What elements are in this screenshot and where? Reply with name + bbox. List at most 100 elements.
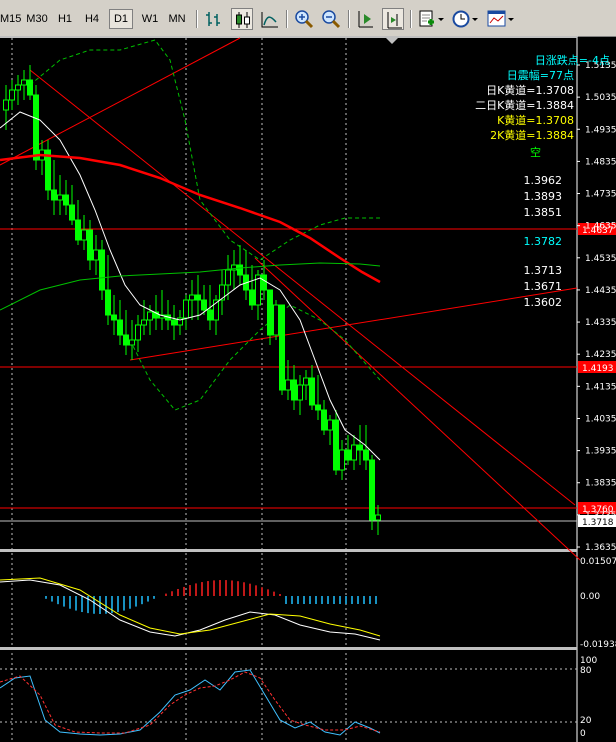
candle-body <box>375 514 381 521</box>
candle-body <box>249 289 255 306</box>
timeframe-d1[interactable]: D1 <box>109 9 133 29</box>
stoch-axis-label: 100 <box>580 656 597 666</box>
templates-button[interactable] <box>486 8 516 30</box>
envelope-bands <box>29 39 381 411</box>
axis-tick-label: 1.5035 <box>585 93 616 103</box>
candle <box>321 400 327 435</box>
candle <box>357 425 363 465</box>
auto-scroll-button[interactable] <box>355 8 377 30</box>
candle-body <box>21 79 27 86</box>
top-border <box>0 36 577 38</box>
candle <box>189 280 195 320</box>
candle-body <box>309 377 315 406</box>
candle-body <box>9 89 15 101</box>
candle <box>279 304 285 395</box>
candle <box>255 270 261 320</box>
stoch-signal-line <box>0 671 381 734</box>
candle-body <box>51 189 57 201</box>
candle-body <box>111 314 117 321</box>
moving-averages <box>0 111 381 461</box>
zoom-in-button[interactable] <box>293 8 315 30</box>
level-2: 1.3893 <box>524 190 563 203</box>
candle <box>63 180 69 215</box>
candle <box>351 435 357 470</box>
candle-body <box>273 304 279 336</box>
candle-body <box>339 449 345 471</box>
macd-panel <box>0 577 381 641</box>
candle <box>105 255 111 325</box>
shift-marker <box>386 38 398 44</box>
candle-body <box>345 449 351 461</box>
axis-tick-label: 1.4435 <box>585 286 616 296</box>
stoch-axis-label: 80 <box>580 666 592 676</box>
candle-body <box>135 324 141 341</box>
line-chart-button[interactable] <box>259 8 281 30</box>
candle <box>123 310 129 355</box>
indicators-button[interactable] <box>417 8 445 30</box>
axis-tick-label: 1.4335 <box>585 318 616 328</box>
bar-chart-icon <box>206 12 220 26</box>
candle <box>39 140 45 175</box>
candle-body <box>93 249 99 261</box>
middle-level-tag-label: 1.4193 <box>582 364 614 374</box>
chart-toolbar: M15 M30 H1 H4 D1 W1 MN <box>0 0 616 37</box>
candle-body <box>69 204 75 221</box>
stoch-axis-label: 0 <box>580 729 586 739</box>
axis-tick-label: 1.4635 <box>585 222 616 232</box>
info-daily-range: 日震幅=77点 <box>507 69 574 82</box>
candle-body <box>285 379 291 391</box>
template-icon <box>487 10 514 27</box>
candle-body <box>297 384 303 401</box>
timeframe-mn[interactable]: MN <box>165 9 189 29</box>
bar-chart-button[interactable] <box>203 8 225 30</box>
info-daily-k-yellow: 日K黄道=1.3708 <box>486 83 574 97</box>
chart-shift-icon <box>387 12 402 29</box>
candle-body <box>237 264 243 276</box>
zoom-out-button[interactable] <box>320 8 342 30</box>
candle <box>81 215 87 250</box>
candlestick-button[interactable] <box>231 8 253 30</box>
candle-body <box>99 249 105 291</box>
candle-body <box>15 84 21 91</box>
panel-separator <box>0 549 577 552</box>
candle-body <box>369 459 375 521</box>
candle-body <box>267 289 273 336</box>
candle-body <box>27 79 33 96</box>
candle-body <box>117 319 123 336</box>
chart-canvas[interactable]: 1.46371.41931.37601.3718 1.51351.50351.4… <box>0 36 616 742</box>
candle <box>15 75 21 105</box>
add-indicator-icon <box>419 10 444 27</box>
candle-body <box>189 294 195 301</box>
candle <box>273 300 279 340</box>
candle-body <box>75 219 81 241</box>
clock-icon <box>452 10 478 28</box>
candle <box>177 310 183 335</box>
stoch-main-line <box>0 669 381 736</box>
info-direction: 空 <box>530 145 541 159</box>
ma-green <box>0 262 381 311</box>
timeframe-m15[interactable]: M15 <box>0 9 21 29</box>
candle-body <box>351 444 357 461</box>
candle-body <box>315 404 321 411</box>
candle-body <box>357 444 363 451</box>
trend-lines <box>0 37 581 561</box>
candle <box>213 295 219 335</box>
candle <box>339 440 345 480</box>
timeframe-m30[interactable]: M30 <box>24 9 50 29</box>
candle-body <box>57 194 63 201</box>
candle <box>51 160 57 215</box>
candle-body <box>105 289 111 316</box>
candle <box>285 360 291 400</box>
candle <box>369 455 375 530</box>
periodicity-button[interactable] <box>451 8 479 30</box>
candle-body <box>333 419 339 471</box>
candle <box>291 365 297 410</box>
candle-body <box>123 334 129 346</box>
timeframe-h1[interactable]: H1 <box>54 9 76 29</box>
candle-body <box>261 274 267 291</box>
panel-separator <box>0 647 577 650</box>
chart-shift-button[interactable] <box>382 8 404 30</box>
timeframe-h4[interactable]: H4 <box>81 9 103 29</box>
level-5: 1.3713 <box>524 264 563 277</box>
timeframe-w1[interactable]: W1 <box>138 9 162 29</box>
